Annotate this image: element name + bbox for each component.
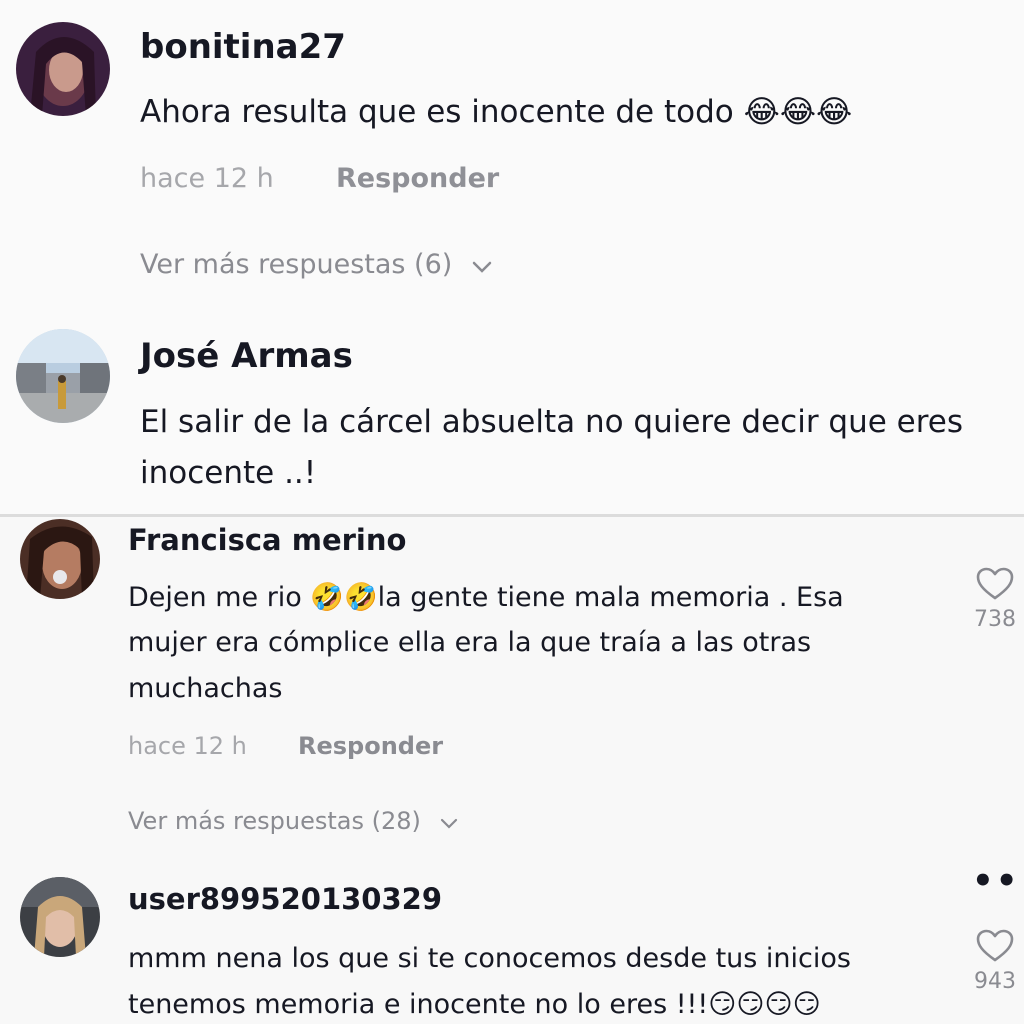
comment-text-line: mmm nena los que si te conocemos desde t…: [128, 943, 851, 974]
view-more-replies-label: Ver más respuestas (6): [140, 249, 453, 280]
comments-panel-bottom: Francisca merino Dejen me rio 🤣🤣la gente…: [0, 517, 1024, 1024]
heart-outline-icon: [968, 567, 1022, 605]
more-dots-icon[interactable]: •••: [972, 861, 1024, 901]
comment-username[interactable]: bonitina27: [140, 27, 346, 67]
comment-item: user899520130329 mmm nena los que si te …: [0, 861, 1024, 1024]
avatar[interactable]: [20, 519, 100, 599]
view-more-replies-button[interactable]: Ver más respuestas (28): [128, 807, 459, 836]
comment-text-body: la gente tiene mala memoria . Esa: [377, 582, 844, 613]
like-button[interactable]: 943: [968, 929, 1022, 994]
comment-text-line: muchachas: [128, 673, 283, 704]
comment-text-body: Dejen me rio: [128, 582, 311, 613]
comment-text-line: mujer era cómplice ella era la que traía…: [128, 627, 812, 658]
comment-item: bonitina27 Ahora resulta que es inocente…: [0, 0, 1024, 300]
comment-text-body: tenemos memoria e inocente no lo eres !!…: [128, 989, 709, 1020]
comment-username[interactable]: Francisca merino: [128, 523, 406, 557]
comment-emoji: 😂😂😂: [743, 94, 853, 130]
comments-panel-top: bonitina27 Ahora resulta que es inocente…: [0, 0, 1024, 515]
chevron-down-icon: [439, 808, 459, 836]
comment-item: Francisca merino Dejen me rio 🤣🤣la gente…: [0, 517, 1024, 867]
comment-timestamp: hace 12 h: [128, 732, 247, 760]
avatar[interactable]: [20, 877, 100, 957]
comment-text-line: Dejen me rio 🤣🤣la gente tiene mala memor…: [128, 581, 844, 613]
heart-outline-icon: [968, 929, 1022, 967]
comment-emoji: 🤣🤣: [310, 582, 378, 613]
reply-button[interactable]: Responder: [336, 163, 499, 194]
comment-text-line: inocente ..!: [140, 455, 317, 491]
like-count: 943: [974, 969, 1016, 994]
like-count: 738: [974, 607, 1016, 632]
view-more-replies-label: Ver más respuestas (28): [128, 807, 421, 835]
chevron-down-icon: [471, 250, 493, 281]
view-more-replies-button[interactable]: Ver más respuestas (6): [140, 249, 493, 281]
comment-emoji: 😏😏😏😏: [708, 989, 821, 1020]
comment-username[interactable]: José Armas: [140, 336, 353, 376]
comment-text-line: El salir de la cárcel absuelta no quiere…: [140, 404, 964, 440]
like-button[interactable]: 738: [968, 567, 1022, 632]
avatar[interactable]: [16, 22, 110, 116]
comment-timestamp: hace 12 h: [140, 163, 274, 194]
comment-text: Ahora resulta que es inocente de todo 😂😂…: [140, 94, 852, 130]
comment-text-body: Ahora resulta que es inocente de todo: [140, 94, 734, 130]
avatar[interactable]: [16, 329, 110, 423]
comment-text-line: tenemos memoria e inocente no lo eres !!…: [128, 989, 821, 1020]
reply-button[interactable]: Responder: [298, 732, 443, 760]
comment-item: José Armas El salir de la cárcel absuelt…: [0, 300, 1024, 515]
comment-username[interactable]: user899520130329: [128, 882, 442, 916]
